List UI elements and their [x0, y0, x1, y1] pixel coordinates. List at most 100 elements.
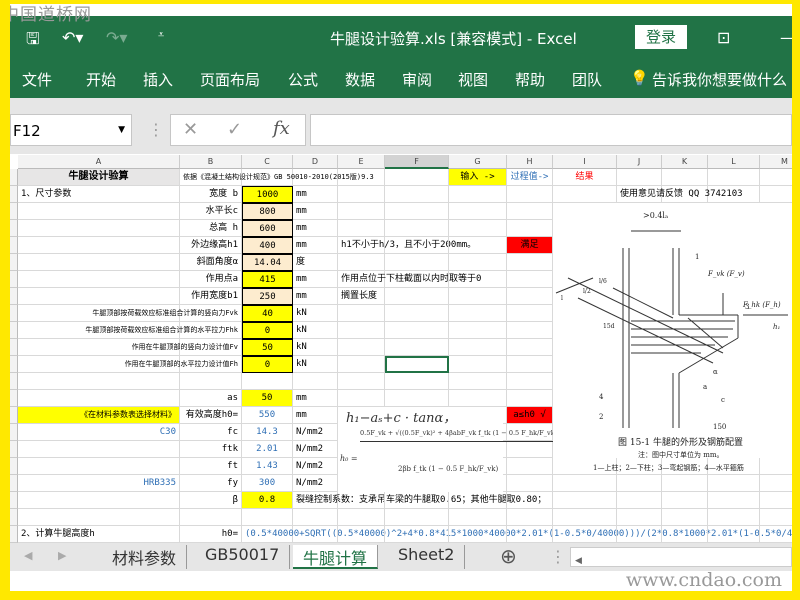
cell-E22[interactable] — [338, 526, 385, 543]
cell-M22[interactable] — [760, 526, 792, 543]
cell-M21[interactable] — [760, 509, 792, 526]
cell-F14[interactable] — [385, 390, 449, 407]
cell-A20[interactable] — [18, 492, 180, 509]
cell-B19[interactable]: fy — [180, 475, 242, 492]
cell-B20[interactable]: β — [180, 492, 242, 509]
cell-C18[interactable]: 1.43 — [242, 458, 293, 475]
cell-D20[interactable]: 裂缝控制系数：支承吊车梁的牛腿取0.65；其他牛腿取0.80； — [293, 492, 546, 509]
cell-C19[interactable]: 300 — [242, 475, 293, 492]
cell-F8[interactable] — [385, 288, 449, 305]
cell-D4[interactable]: mm — [293, 220, 338, 237]
undo-icon[interactable]: ↶▾ — [62, 28, 83, 47]
cell-E5[interactable]: h1不小于h/3，且不小于200mm。 — [338, 237, 476, 254]
cell-K22[interactable] — [662, 526, 708, 543]
cell-A18[interactable] — [18, 458, 180, 475]
cell-D13[interactable] — [293, 373, 338, 390]
cell-H10[interactable] — [507, 322, 553, 339]
cell-A17[interactable] — [18, 441, 180, 458]
cell-D17[interactable]: N/mm2 — [293, 441, 338, 458]
cell-J1[interactable] — [617, 169, 662, 186]
cell-D10[interactable]: kN — [293, 322, 338, 339]
cell-H17[interactable] — [507, 441, 553, 458]
cell-A15[interactable]: 《在材料参数表选择材料》 — [18, 407, 180, 424]
cell-G11[interactable] — [449, 339, 507, 356]
cell-H3[interactable] — [507, 203, 553, 220]
column-header-A[interactable]: A — [18, 155, 180, 169]
cell-C4[interactable]: 600 — [242, 220, 293, 237]
cell-A6[interactable] — [18, 254, 180, 271]
cell-G7[interactable] — [449, 271, 507, 288]
row-header-12[interactable] — [10, 356, 18, 373]
cell-A1[interactable]: 牛腿设计验算 — [18, 169, 180, 186]
sheet-tab-gb50017[interactable]: GB50017 — [195, 545, 291, 569]
cell-B5[interactable]: 外边缘高h1 — [180, 237, 242, 254]
ribbon-display-icon[interactable]: ⊡ — [717, 28, 730, 47]
cell-E21[interactable] — [338, 509, 385, 526]
cell-J19[interactable] — [617, 475, 662, 492]
cell-L22[interactable] — [708, 526, 760, 543]
cell-F11[interactable] — [385, 339, 449, 356]
column-header-B[interactable]: B — [180, 155, 242, 169]
cell-C6[interactable]: 14.04 — [242, 254, 293, 271]
cell-M2[interactable] — [760, 186, 792, 203]
cell-L21[interactable] — [708, 509, 760, 526]
tab-insert[interactable]: 插入 — [143, 69, 173, 90]
cell-G3[interactable] — [449, 203, 507, 220]
cell-C5[interactable]: 400 — [242, 237, 293, 254]
cell-E20[interactable] — [338, 492, 385, 509]
cell-I22[interactable] — [553, 526, 617, 543]
cell-D9[interactable]: kN — [293, 305, 338, 322]
cell-G12[interactable] — [449, 356, 507, 373]
chevron-down-icon[interactable]: ▼ — [118, 125, 125, 135]
row-header-14[interactable] — [10, 390, 18, 407]
cell-C7[interactable]: 415 — [242, 271, 293, 288]
insert-function-icon[interactable]: fx — [273, 118, 290, 139]
cell-F4[interactable] — [385, 220, 449, 237]
tab-team[interactable]: 团队 — [572, 69, 602, 90]
cell-D15[interactable]: mm — [293, 407, 338, 424]
cell-B12[interactable]: 作用在牛腿顶部的水平拉力设计值Fh — [125, 356, 242, 373]
cell-B22[interactable]: h0= — [180, 526, 242, 543]
cell-H4[interactable] — [507, 220, 553, 237]
cell-B6[interactable]: 斜面角度α — [180, 254, 242, 271]
cell-J2[interactable]: 使用意见请反馈 QQ 3742103 — [617, 186, 743, 203]
cell-B4[interactable]: 总高 h — [180, 220, 242, 237]
cell-H20[interactable] — [507, 492, 553, 509]
cell-G6[interactable] — [449, 254, 507, 271]
cell-F22[interactable] — [385, 526, 449, 543]
cell-G5[interactable] — [449, 237, 507, 254]
cell-F13[interactable] — [385, 373, 449, 390]
cell-H2[interactable] — [507, 186, 553, 203]
cell-B10[interactable]: 牛腿顶部按荷载效应标准组合计算的水平拉力Fhk — [85, 322, 242, 339]
row-header-4[interactable] — [10, 220, 18, 237]
cell-B3[interactable]: 水平长c — [180, 203, 242, 220]
sheet-tab-sheet2[interactable]: Sheet2 — [388, 545, 466, 569]
cell-D6[interactable]: 度 — [293, 254, 338, 271]
cell-B17[interactable]: ftk — [180, 441, 242, 458]
cell-M1[interactable] — [760, 169, 792, 186]
cell-L19[interactable] — [708, 475, 760, 492]
sheet-tab-corbel[interactable]: 牛腿计算 — [293, 545, 379, 569]
row-header-5[interactable] — [10, 237, 18, 254]
cell-A14[interactable] — [18, 390, 180, 407]
enter-icon[interactable]: ✓ — [227, 119, 242, 140]
spreadsheet-grid[interactable]: A B C D E F G H I J K L M 牛腿设计验算 依据《混凝土结构设计规范》GB 50010… — [10, 155, 792, 543]
cell-F10[interactable] — [385, 322, 449, 339]
cell-H21[interactable] — [507, 509, 553, 526]
cell-D5[interactable]: mm — [293, 237, 338, 254]
cell-J20[interactable] — [617, 492, 662, 509]
cell-B2[interactable]: 宽度 b — [180, 186, 242, 203]
cell-H5[interactable]: 满足 — [507, 237, 553, 254]
row-header-7[interactable] — [10, 271, 18, 288]
cell-F2[interactable] — [385, 186, 449, 203]
row-header-10[interactable] — [10, 322, 18, 339]
name-box[interactable]: F12 ▼ — [10, 114, 132, 146]
row-header-2[interactable] — [10, 186, 18, 203]
cell-E11[interactable] — [338, 339, 385, 356]
cell-J21[interactable] — [617, 509, 662, 526]
cell-H13[interactable] — [507, 373, 553, 390]
cell-D22[interactable] — [293, 526, 338, 543]
cell-G8[interactable] — [449, 288, 507, 305]
cell-M19[interactable] — [760, 475, 792, 492]
formula-input[interactable] — [310, 114, 792, 146]
